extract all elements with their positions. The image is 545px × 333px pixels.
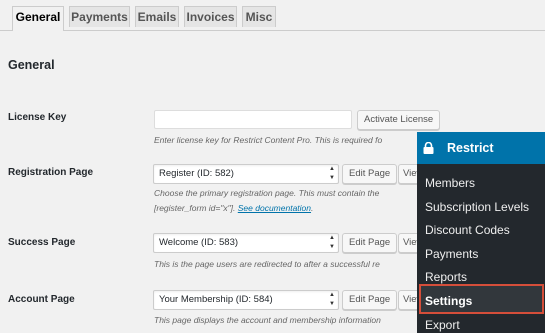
lock-icon [423,142,434,154]
registration-page-description: Choose the primary registration page. Th… [154,188,380,198]
settings-tabs: General Payments Emails Invoices Misc [0,0,545,31]
tab-emails[interactable]: Emails [135,6,179,27]
success-page-label: Success Page [8,237,76,248]
tab-invoices[interactable]: Invoices [184,6,237,27]
license-key-description: Enter license key for Restrict Content P… [154,135,383,145]
menu-item-subscription-levels[interactable]: Subscription Levels [425,200,529,214]
registration-page-select[interactable]: Register (ID: 582) ▲ ▼ [153,164,339,184]
account-page-description: This page displays the account and membe… [154,315,381,325]
registration-edit-page-button[interactable]: Edit Page [342,164,398,184]
success-edit-page-button[interactable]: Edit Page [342,233,398,253]
menu-item-export[interactable]: Export [425,318,460,332]
section-title: General [8,58,55,72]
success-page-description: This is the page users are redirected to… [154,259,380,269]
tab-general[interactable]: General [12,6,64,31]
select-arrows-icon: ▲ ▼ [329,166,335,181]
tab-payments[interactable]: Payments [69,6,130,27]
menu-item-discount-codes[interactable]: Discount Codes [425,223,510,237]
activate-license-button[interactable]: Activate License [357,110,441,130]
success-page-value: Welcome (ID: 583) [159,237,239,248]
registration-page-label: Registration Page [8,167,94,178]
select-arrows-icon: ▲ ▼ [329,292,335,307]
success-page-select[interactable]: Welcome (ID: 583) ▲ ▼ [153,233,339,253]
menu-item-settings[interactable]: Settings [425,294,472,308]
restrict-menu-header[interactable]: Restrict [417,132,545,164]
registration-page-shortcode-note: [register_form id="x"]. See documentatio… [154,202,313,215]
account-page-label: Account Page [8,294,75,305]
period: . [311,203,314,213]
license-key-input[interactable] [154,110,352,129]
tab-misc[interactable]: Misc [242,6,276,27]
license-key-label: License Key [8,112,67,123]
account-page-value: Your Membership (ID: 584) [159,294,273,305]
menu-item-reports[interactable]: Reports [425,270,467,284]
menu-item-members[interactable]: Members [425,176,475,190]
account-page-select[interactable]: Your Membership (ID: 584) ▲ ▼ [153,290,339,310]
select-arrows-icon: ▲ ▼ [329,235,335,250]
registration-page-value: Register (ID: 582) [159,168,234,179]
register-form-shortcode: [register_form id="x"]. [154,203,236,213]
restrict-menu-title: Restrict [447,141,494,155]
menu-item-payments[interactable]: Payments [425,247,478,261]
account-edit-page-button[interactable]: Edit Page [342,290,398,310]
see-documentation-link[interactable]: See documentation [238,203,311,213]
